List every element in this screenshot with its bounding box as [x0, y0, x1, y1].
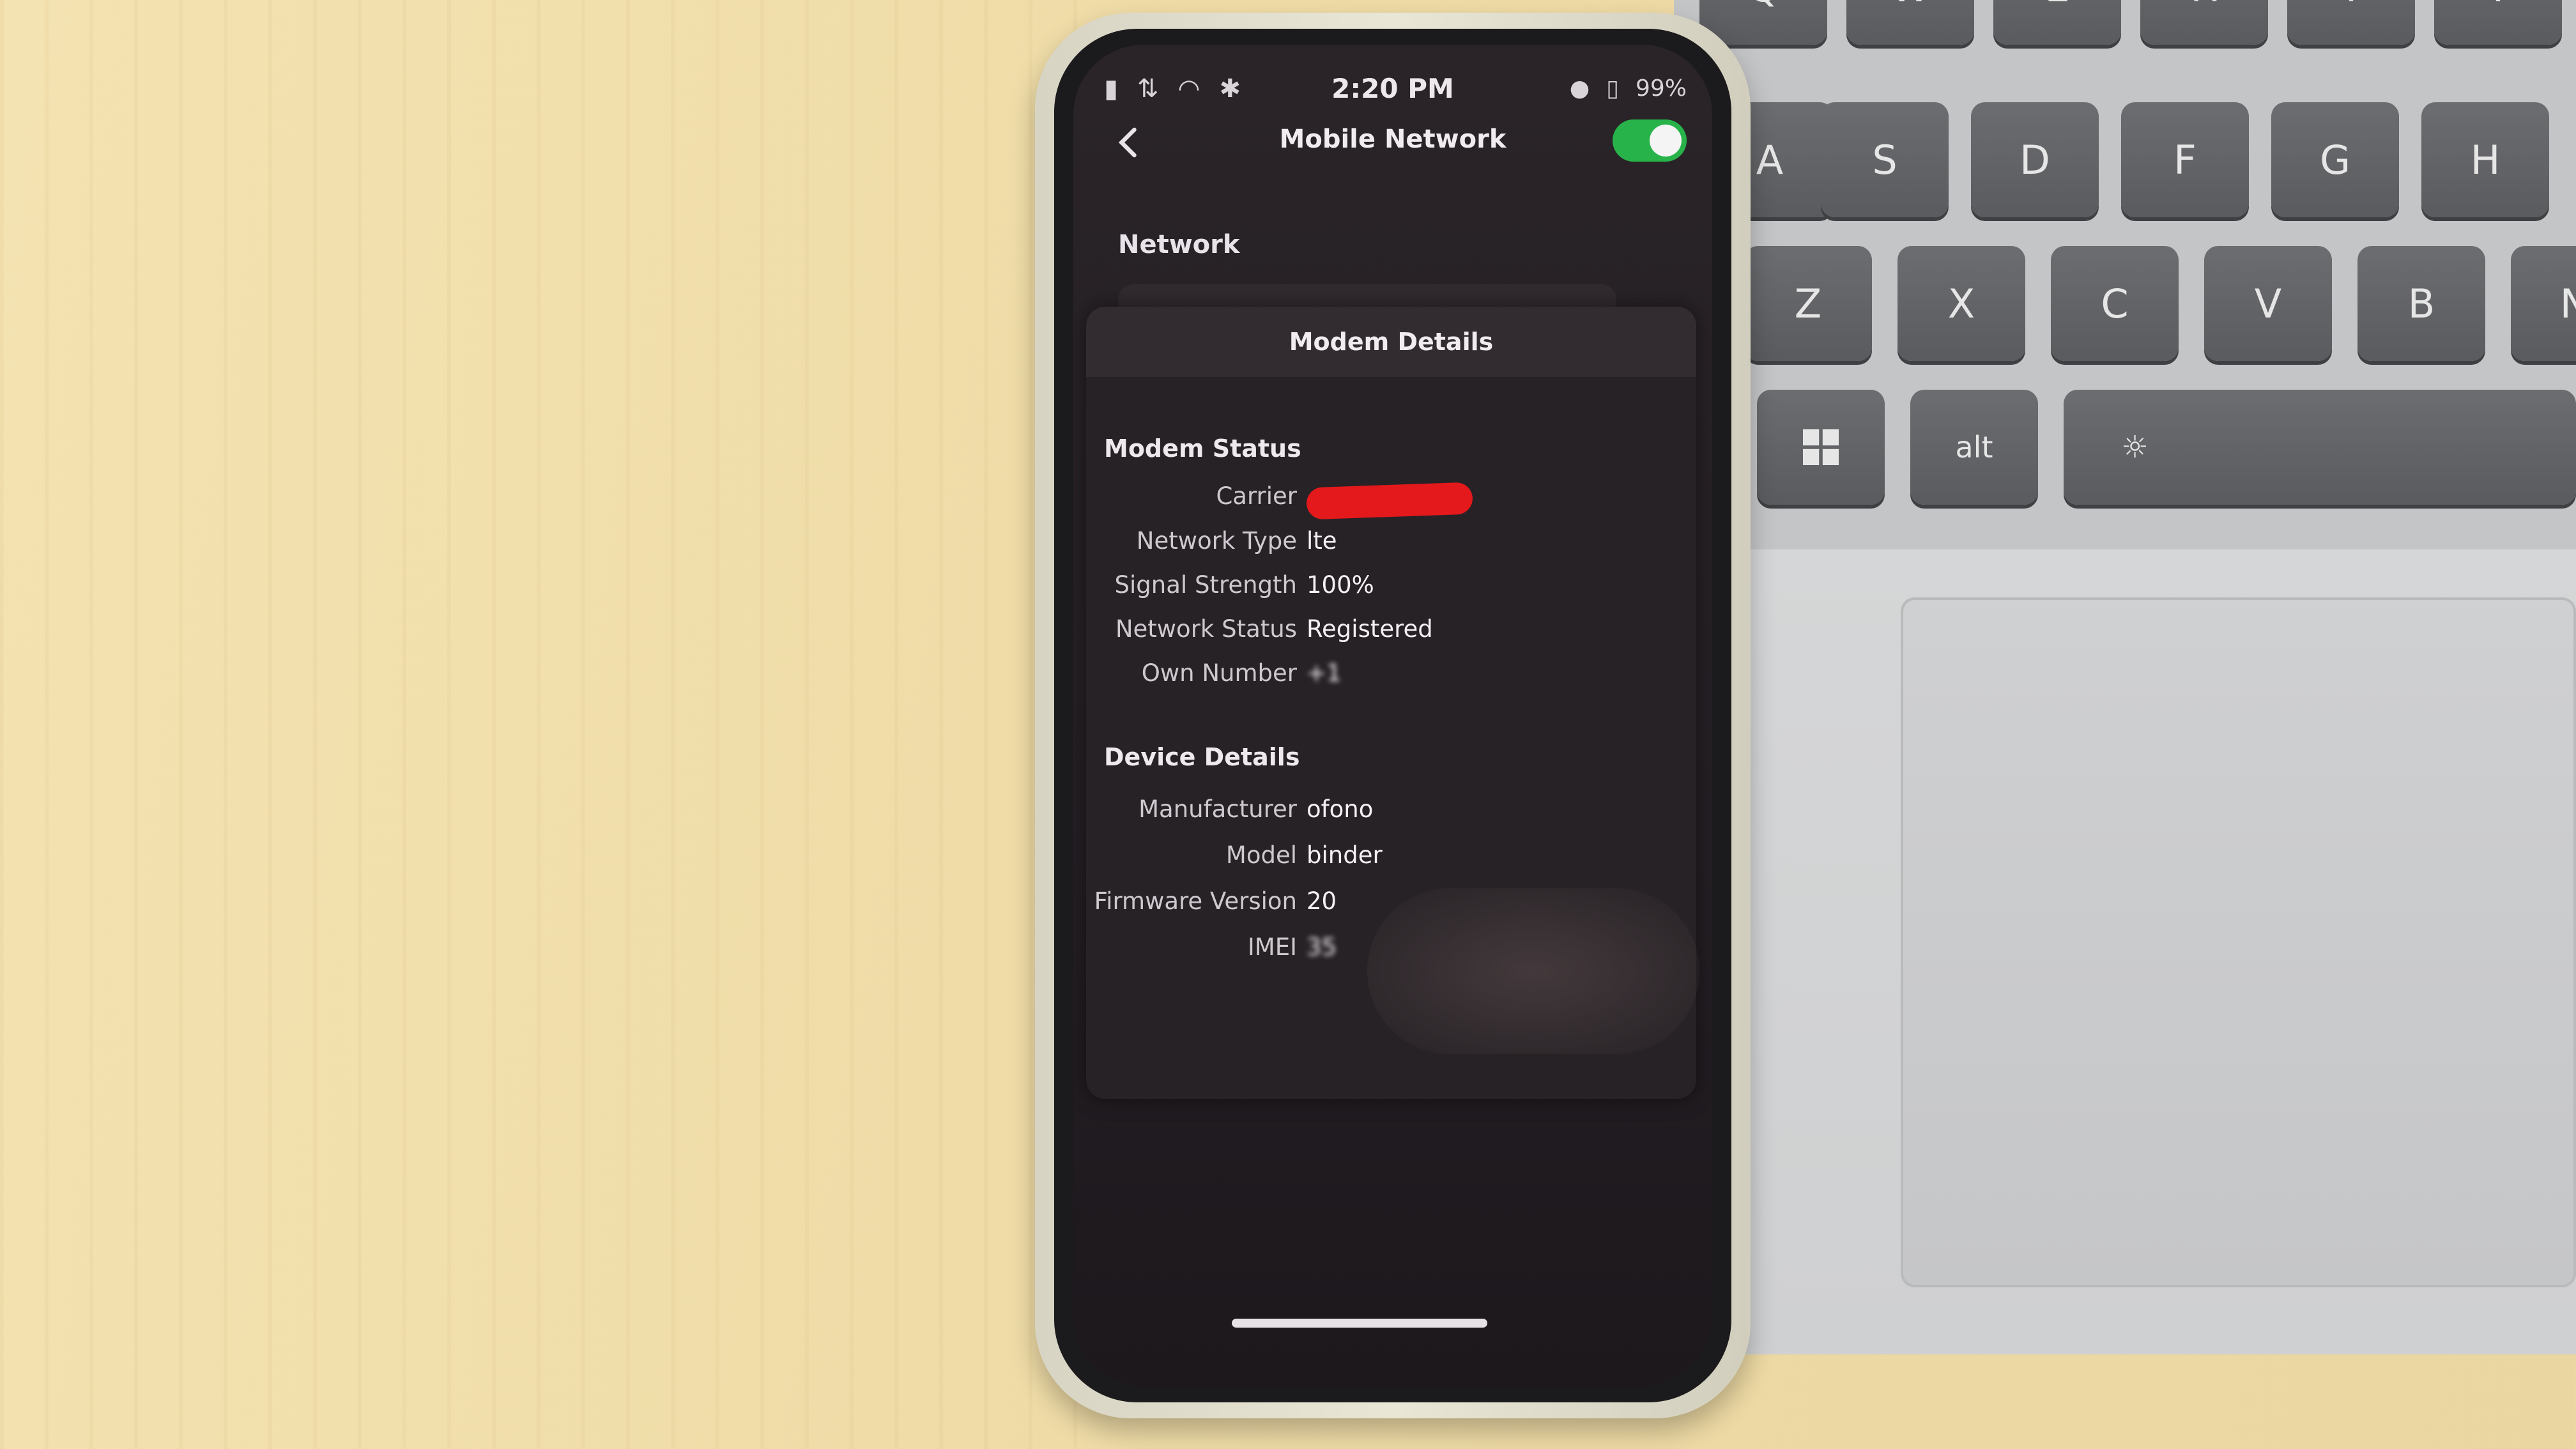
row-label: Firmware Version — [1094, 887, 1297, 915]
info-row-network-status: Network Status Registered — [1086, 615, 1696, 654]
key-g[interactable]: G — [2271, 102, 2399, 217]
windows-logo-icon — [1803, 429, 1839, 465]
wood-desk-surface — [0, 0, 1086, 1449]
status-bar: ▮ ⇅ ◠ ✱ 2:20 PM ● ▯ 99% — [1073, 57, 1712, 115]
row-value: Registered — [1307, 615, 1433, 643]
key-z[interactable]: Z — [1744, 246, 1872, 361]
info-row-network-type: Network Type lte — [1086, 527, 1696, 565]
info-row-model: Model binder — [1086, 841, 1696, 880]
modem-status-heading: Modem Status — [1104, 434, 1301, 463]
key-h[interactable]: H — [2421, 102, 2549, 217]
laptop-keyboard: Q W E R T Y A S D F G H Z X C V B N alt … — [1674, 0, 2576, 549]
key-x[interactable]: X — [1897, 246, 2025, 361]
info-row-carrier: Carrier — [1086, 482, 1696, 521]
info-row-manufacturer: Manufacturer ofono — [1086, 795, 1696, 834]
windows-key[interactable] — [1757, 390, 1885, 505]
key-f[interactable]: F — [2121, 102, 2249, 217]
row-label: IMEI — [1247, 933, 1297, 961]
row-value-obscured: 35 — [1307, 933, 1337, 961]
section-heading-network: Network — [1118, 230, 1240, 259]
row-label: Manufacturer — [1138, 795, 1297, 823]
row-value: 100% — [1307, 571, 1374, 599]
row-label: Model — [1225, 841, 1297, 869]
sunrise-icon: ☼ — [2121, 429, 2149, 465]
device-details-heading: Device Details — [1104, 743, 1300, 771]
row-value: ofono — [1307, 795, 1374, 823]
key-c[interactable]: C — [2051, 246, 2179, 361]
info-row-own-number: Own Number +1 — [1086, 659, 1696, 698]
copilot-key[interactable]: ☼ — [2064, 390, 2576, 505]
key-v[interactable]: V — [2204, 246, 2332, 361]
toggle-knob — [1650, 125, 1682, 157]
status-right: ● ▯ 99% — [1570, 75, 1687, 102]
battery-percent: 99% — [1635, 75, 1687, 102]
key-d[interactable]: D — [1971, 102, 2099, 217]
screen-reflection — [1367, 888, 1699, 1054]
key-t[interactable]: T — [2287, 0, 2415, 45]
mobile-network-toggle[interactable] — [1613, 119, 1687, 162]
row-label: Network Type — [1136, 527, 1297, 555]
row-value: binder — [1307, 841, 1383, 869]
row-label: Network Status — [1115, 615, 1297, 643]
info-row-signal-strength: Signal Strength 100% — [1086, 571, 1696, 610]
app-bar: Mobile Network — [1073, 112, 1712, 176]
row-label: Carrier — [1216, 482, 1297, 510]
key-b[interactable]: B — [2358, 246, 2485, 361]
dialog-title: Modem Details — [1086, 307, 1696, 377]
key-n[interactable]: N — [2511, 246, 2576, 361]
carrier-redaction-mark — [1306, 482, 1473, 520]
key-e[interactable]: E — [1993, 0, 2121, 45]
row-label: Signal Strength — [1114, 571, 1297, 599]
key-alt[interactable]: alt — [1910, 390, 2038, 505]
row-value: lte — [1307, 527, 1337, 555]
battery-icon: ▯ — [1606, 75, 1619, 102]
key-w[interactable]: W — [1846, 0, 1974, 45]
home-indicator[interactable] — [1232, 1319, 1487, 1328]
row-value-obscured: +1 — [1307, 659, 1342, 687]
key-y[interactable]: Y — [2434, 0, 2562, 45]
laptop-trackpad[interactable] — [1901, 597, 2576, 1287]
key-s[interactable]: S — [1821, 102, 1949, 217]
phone-screen: ▮ ⇅ ◠ ✱ 2:20 PM ● ▯ 99% Mobile Network N… — [1073, 45, 1712, 1386]
key-r[interactable]: R — [2140, 0, 2268, 45]
row-label: Own Number — [1141, 659, 1297, 687]
location-icon: ● — [1569, 75, 1590, 102]
row-value: 20 — [1307, 887, 1337, 915]
